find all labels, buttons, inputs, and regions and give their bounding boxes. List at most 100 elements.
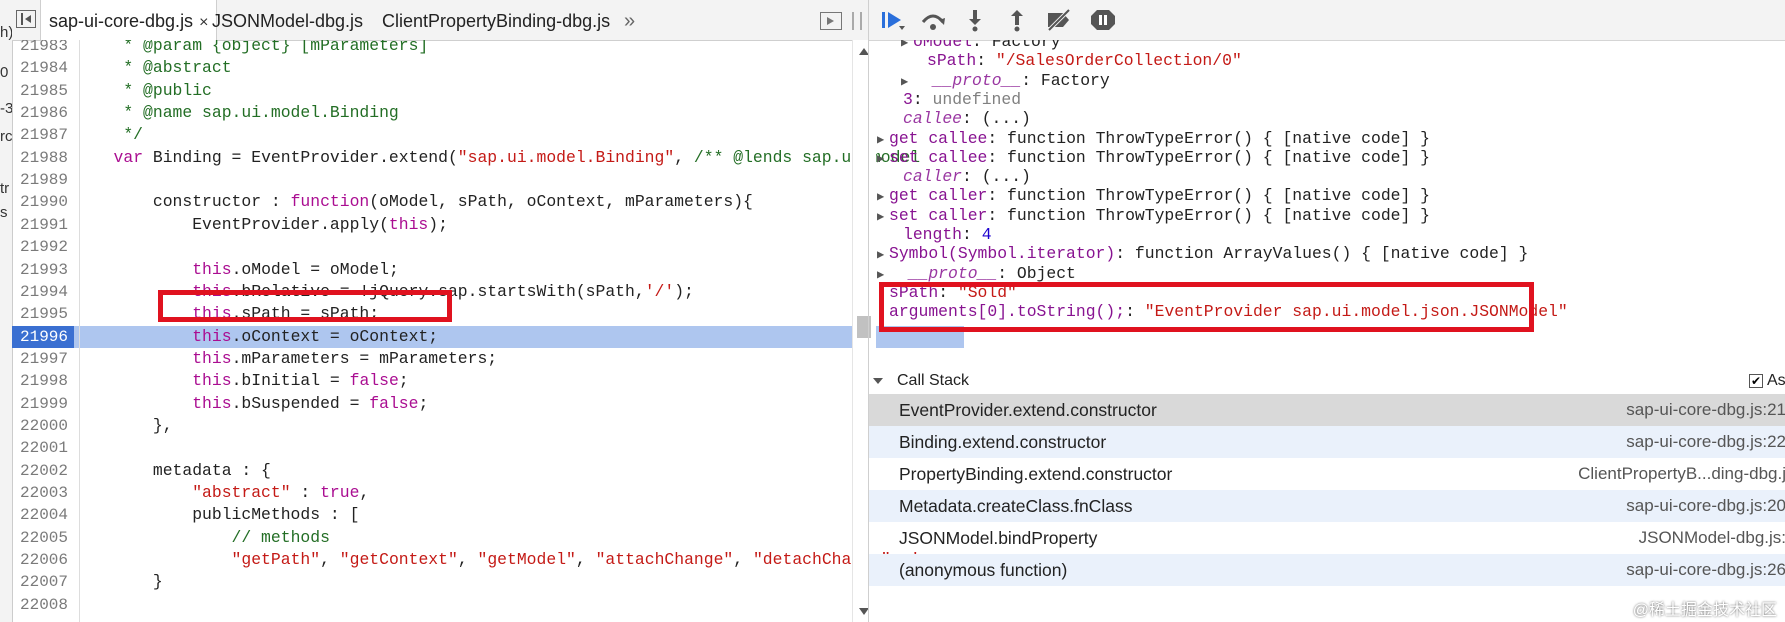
split-grip-icon[interactable] (852, 12, 862, 30)
frame-location[interactable]: sap-ui-core-dbg.js:22 (1626, 426, 1785, 458)
code-line[interactable]: 21999 this.bSuspended = false; (12, 393, 964, 415)
expand-triangle-icon[interactable]: ▶ (901, 40, 913, 54)
callstack-frame[interactable]: (anonymous function) sap-ui-core-dbg.js:2… (869, 554, 1785, 586)
line-number[interactable]: 21984 (12, 57, 74, 79)
line-number[interactable]: 21991 (12, 214, 74, 236)
deactivate-breakpoints-icon[interactable] (1045, 8, 1073, 32)
frame-location[interactable]: ClientPropertyB...ding-dbg.j (1578, 458, 1785, 490)
code-line[interactable]: 21987 */ (12, 124, 964, 146)
line-number[interactable]: 22000 (12, 415, 74, 437)
code-line[interactable]: 21989 (12, 169, 964, 191)
code-line[interactable]: 22000 }, (12, 415, 964, 437)
code-line[interactable]: 22001 (12, 437, 964, 459)
callstack-frame[interactable]: PropertyBinding.extend.constructor Client… (869, 458, 1785, 490)
code-text: * @public (84, 80, 212, 100)
line-number[interactable]: 22006 (12, 549, 74, 571)
code-line[interactable]: 21993 this.oModel = oModel; (12, 259, 964, 281)
tab-jsonmodel[interactable]: JSONModel-dbg.js (212, 0, 363, 40)
line-number[interactable]: 21990 (12, 191, 74, 213)
frame-location[interactable]: JSONModel-dbg.js: (1639, 522, 1785, 554)
code-line[interactable]: 21998 this.bInitial = false; (12, 370, 964, 392)
callstack-frame[interactable]: JSONModel.bindProperty JSONModel-dbg.js: (869, 522, 1785, 554)
code-line[interactable]: 22004 publicMethods : [ (12, 504, 964, 526)
code-line[interactable]: 22003 "abstract" : true, (12, 482, 964, 504)
code-line[interactable]: 21995 this.sPath = sPath; (12, 303, 964, 325)
step-out-icon[interactable] (1003, 8, 1031, 32)
code-line[interactable]: 21994 this.bRelative = !jQuery.sap.start… (12, 281, 964, 303)
more-tabs-icon[interactable]: » (624, 0, 635, 42)
line-number[interactable]: 21988 (12, 147, 74, 169)
line-number[interactable]: 21993 (12, 259, 74, 281)
code-text: "abstract" : true, (192, 483, 370, 502)
callstack-frame[interactable]: Metadata.createClass.fnClass sap-ui-core-… (869, 490, 1785, 522)
code-line[interactable]: 21997 this.mParameters = mParameters; (12, 348, 964, 370)
callstack-header[interactable]: Call Stack ✔ As (869, 370, 1785, 395)
code-line[interactable]: 22007 } (12, 571, 964, 593)
async-checkbox[interactable]: ✔ (1749, 374, 1763, 388)
line-number[interactable]: 21985 (12, 80, 74, 102)
code-text: this.oContext = oContext; (192, 326, 439, 346)
frame-location[interactable]: sap-ui-core-dbg.js:20 (1626, 490, 1785, 522)
line-number[interactable]: 22003 (12, 482, 74, 504)
line-number[interactable]: 21994 (12, 281, 74, 303)
tab-label: sap-ui-core-dbg.js (49, 11, 194, 31)
frame-function: EventProvider.extend.constructor (899, 400, 1157, 420)
code-line[interactable]: 21990 constructor : function(oModel, sPa… (12, 191, 964, 213)
code-line[interactable]: 22005 // methods (12, 527, 964, 549)
frame-location[interactable]: sap-ui-core-dbg.js:26 (1626, 554, 1785, 586)
line-number[interactable]: 22004 (12, 504, 74, 526)
code-line[interactable]: 22002 metadata : { (12, 460, 964, 482)
step-over-icon[interactable] (919, 8, 947, 32)
code-text: // methods (231, 527, 330, 547)
line-number[interactable]: 21992 (12, 236, 74, 258)
code-line[interactable]: 21986 * @name sap.ui.model.Binding (12, 102, 964, 124)
line-number[interactable]: 21986 (12, 102, 74, 124)
code-editor[interactable]: 21983 * @param {object} [mParameters] 219… (12, 40, 987, 622)
collapse-triangle-icon[interactable] (873, 378, 883, 384)
frame-location[interactable]: sap-ui-core-dbg.js:21 (1626, 394, 1785, 426)
line-number[interactable]: 22007 (12, 571, 74, 593)
current-code-line[interactable]: 21996 this.oContext = oContext; (12, 325, 964, 348)
code-line[interactable]: 21991 EventProvider.apply(this); (12, 214, 964, 236)
toggle-debugger-icon[interactable] (820, 12, 842, 30)
pause-on-exceptions-icon[interactable] (1089, 8, 1117, 32)
code-line[interactable]: 22008 (12, 594, 964, 616)
resume-icon[interactable] (879, 8, 907, 32)
code-line[interactable]: 21992 (12, 236, 964, 258)
line-number[interactable]: 22005 (12, 527, 74, 549)
line-number[interactable]: 21996 (12, 325, 74, 348)
annotation-box-current-line (158, 290, 452, 322)
code-line[interactable]: 21988 var Binding = EventProvider.extend… (12, 147, 964, 169)
expand-triangle-icon[interactable]: ▶ (877, 148, 889, 170)
tab-sap-ui-core[interactable]: sap-ui-core-dbg.js × (40, 0, 218, 41)
expand-triangle-icon[interactable]: ▶ (877, 206, 889, 228)
callstack-frame[interactable]: EventProvider.extend.constructor sap-ui-c… (869, 394, 1785, 426)
code-text: constructor : function(oModel, sPath, oC… (84, 192, 753, 212)
frame-function: Binding.extend.constructor (899, 432, 1107, 452)
tab-clientpropertybinding[interactable]: ClientPropertyBinding-dbg.js (382, 0, 610, 40)
debugger-sidebar: ▶ oModel: Factory sPath: "/SalesOrderColle… (868, 0, 1785, 622)
code-text: this.mParameters = mParameters; (192, 348, 498, 368)
code-line[interactable]: 21983 * @param {object} [mParameters] (12, 40, 964, 57)
line-number[interactable]: 21987 (12, 124, 74, 146)
step-into-icon[interactable] (961, 8, 989, 32)
line-number[interactable]: 22001 (12, 437, 74, 459)
line-number[interactable]: 21983 (12, 40, 74, 57)
line-number[interactable]: 22002 (12, 460, 74, 482)
line-number[interactable]: 21989 (12, 169, 74, 191)
line-number[interactable]: 21997 (12, 348, 74, 370)
code-text: * @param {object} [mParameters] (84, 40, 429, 55)
line-number[interactable]: 21995 (12, 303, 74, 325)
line-number[interactable]: 21998 (12, 370, 74, 392)
code-text: */ (84, 125, 144, 145)
line-number[interactable]: 21999 (12, 393, 74, 415)
line-number[interactable]: 22008 (12, 594, 74, 616)
close-icon[interactable]: × (199, 14, 208, 31)
code-text: }, (84, 415, 173, 435)
callstack-frame[interactable]: Binding.extend.constructor sap-ui-core-db… (869, 426, 1785, 458)
frame-function: PropertyBinding.extend.constructor (899, 464, 1173, 484)
code-line[interactable]: 22006 "getPath", "getContext", "getModel… (12, 549, 964, 571)
code-line[interactable]: 21985 * @public (12, 80, 964, 102)
toggle-navigator-icon[interactable] (16, 10, 36, 28)
code-line[interactable]: 21984 * @abstract (12, 57, 964, 79)
